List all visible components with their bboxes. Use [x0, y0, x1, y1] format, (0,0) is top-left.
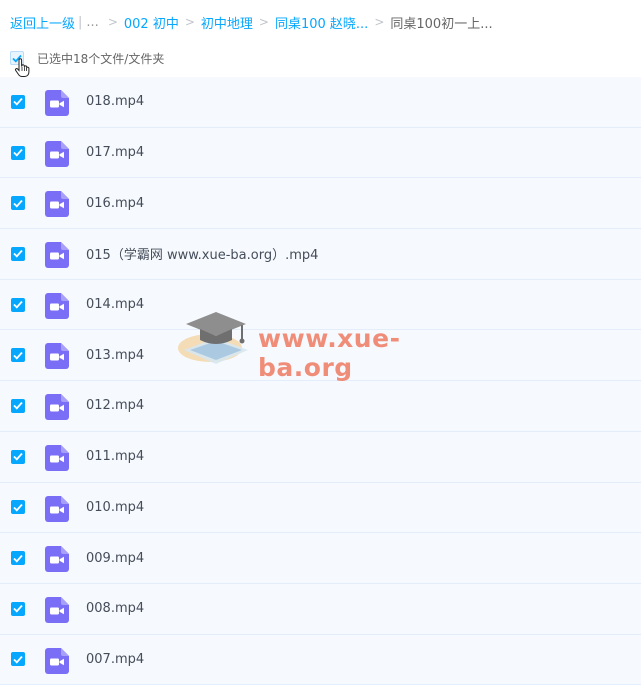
checkmark-icon — [13, 300, 23, 309]
video-file-icon — [45, 546, 69, 573]
select-all-bar: 已选中18个文件/文件夹 — [10, 48, 165, 77]
file-checkbox[interactable] — [11, 348, 25, 363]
checkmark-icon — [13, 148, 23, 157]
hand-cursor-icon — [15, 58, 30, 77]
file-checkbox[interactable] — [11, 196, 25, 211]
select-all-checkbox[interactable] — [10, 51, 30, 77]
file-row[interactable]: 011.mp4 — [0, 431, 641, 483]
file-name[interactable]: 013.mp4 — [86, 348, 144, 363]
file-checkbox[interactable] — [11, 500, 25, 515]
file-checkbox[interactable] — [11, 449, 25, 464]
file-name[interactable]: 016.mp4 — [86, 196, 144, 211]
video-file-icon — [45, 495, 69, 522]
video-file-icon — [45, 596, 69, 623]
file-name[interactable]: 017.mp4 — [86, 145, 144, 160]
file-row[interactable]: 013.mp4 — [0, 330, 641, 382]
file-name[interactable]: 009.mp4 — [86, 551, 144, 566]
checkmark-icon — [13, 351, 23, 360]
file-row[interactable]: 007.mp4 — [0, 634, 641, 685]
breadcrumb-divider: | — [78, 14, 83, 30]
file-name[interactable]: 010.mp4 — [86, 500, 144, 515]
checkmark-icon — [13, 199, 23, 208]
file-name[interactable]: 015（学霸网 www.xue-ba.org）.mp4 — [86, 244, 318, 263]
file-name[interactable]: 012.mp4 — [86, 398, 144, 413]
video-file-icon — [45, 343, 69, 370]
file-checkbox[interactable] — [11, 246, 25, 261]
checkmark-icon — [13, 98, 23, 106]
file-checkbox[interactable] — [11, 297, 25, 312]
chevron-right-icon: > — [258, 15, 269, 29]
chevron-right-icon: > — [374, 15, 385, 29]
file-checkbox[interactable] — [11, 652, 25, 667]
breadcrumb-item-current: 同桌100初一上... — [390, 16, 493, 32]
file-row[interactable]: 014.mp4 — [0, 279, 641, 331]
file-name[interactable]: 011.mp4 — [86, 449, 144, 464]
file-row[interactable]: 015（学霸网 www.xue-ba.org）.mp4 — [0, 229, 641, 280]
checkmark-icon — [13, 453, 23, 461]
breadcrumb-item-middle-school[interactable]: 002 初中 — [124, 13, 179, 32]
chevron-right-icon: > — [107, 15, 118, 29]
file-row[interactable]: 008.mp4 — [0, 583, 641, 635]
file-checkbox[interactable] — [11, 601, 25, 616]
file-row[interactable]: 010.mp4 — [0, 482, 641, 534]
video-file-icon — [45, 444, 69, 471]
checkmark-icon — [13, 250, 23, 259]
file-checkbox[interactable] — [11, 398, 25, 413]
file-row[interactable]: 016.mp4 — [0, 178, 641, 230]
checkmark-icon — [13, 503, 23, 512]
video-file-icon — [45, 394, 69, 421]
file-list: 018.mp4 017.mp4 016.mp4 015（学霸网 www.xue-ba.… — [0, 77, 641, 685]
file-name[interactable]: 014.mp4 — [86, 297, 144, 312]
chevron-right-icon: > — [184, 15, 195, 29]
video-file-icon — [45, 90, 69, 116]
file-name[interactable]: 008.mp4 — [86, 601, 144, 616]
breadcrumb: 返回上一级 | ... > 002 初中 > 初中地理 > 同桌100 赵晓..… — [10, 12, 493, 32]
file-row[interactable]: 017.mp4 — [0, 127, 641, 179]
video-file-icon — [45, 647, 69, 674]
checkmark-icon — [13, 605, 23, 613]
video-file-icon — [45, 242, 69, 269]
video-file-icon — [45, 292, 69, 319]
breadcrumb-ellipsis[interactable]: ... — [86, 15, 98, 30]
checkmark-icon — [13, 402, 23, 411]
back-link[interactable]: 返回上一级 — [10, 13, 75, 32]
file-name[interactable]: 007.mp4 — [86, 652, 144, 667]
file-row[interactable]: 018.mp4 — [0, 77, 641, 128]
checkmark-icon — [13, 655, 23, 664]
video-file-icon — [45, 140, 69, 167]
video-file-icon — [45, 191, 69, 218]
file-checkbox[interactable] — [11, 145, 25, 160]
file-row[interactable]: 009.mp4 — [0, 533, 641, 584]
checkmark-icon — [13, 554, 23, 563]
file-checkbox[interactable] — [11, 551, 25, 566]
file-row[interactable]: 012.mp4 — [0, 381, 641, 432]
selection-count-label: 已选中18个文件/文件夹 — [37, 51, 165, 66]
breadcrumb-item-course[interactable]: 同桌100 赵晓... — [275, 13, 368, 32]
file-name[interactable]: 018.mp4 — [86, 94, 144, 109]
breadcrumb-item-geography[interactable]: 初中地理 — [201, 13, 253, 32]
file-checkbox[interactable] — [11, 94, 25, 109]
